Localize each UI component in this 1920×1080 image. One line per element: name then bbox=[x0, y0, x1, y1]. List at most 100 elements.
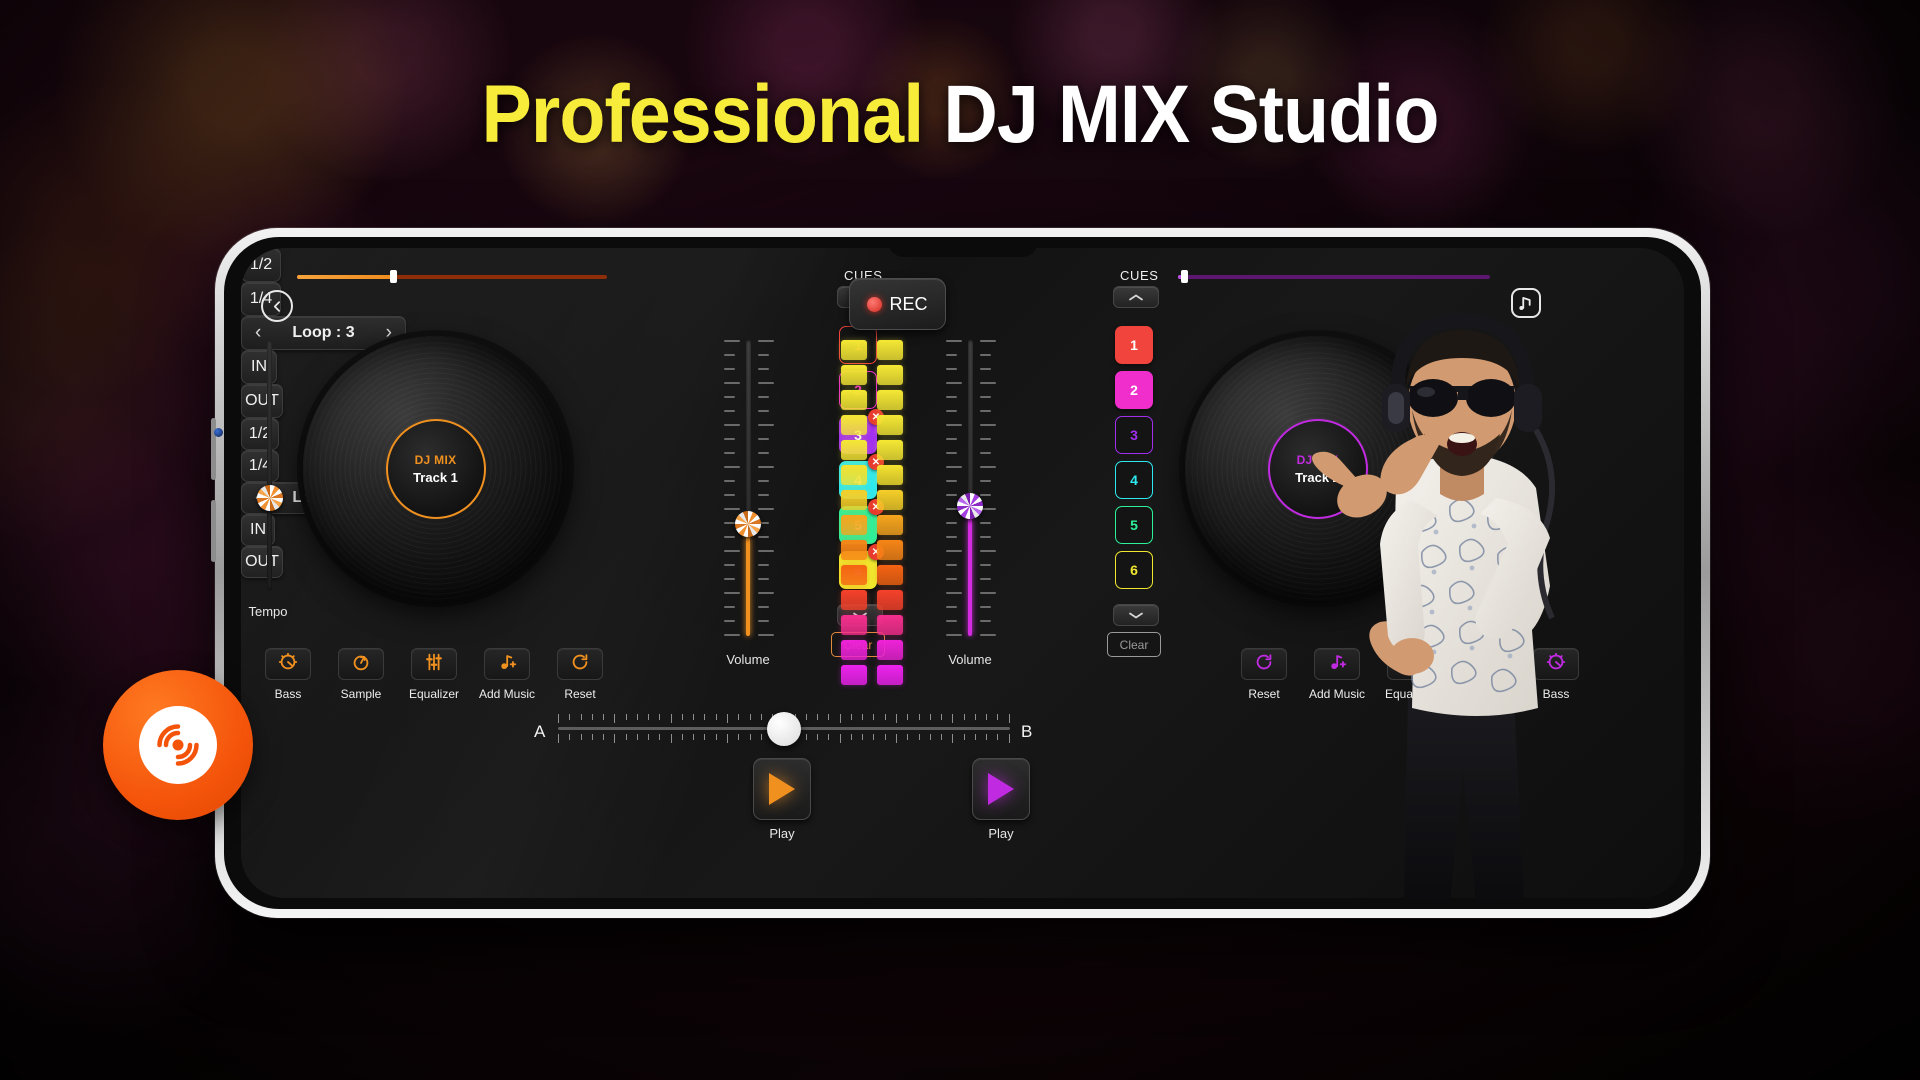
crossfader-tick bbox=[828, 714, 830, 720]
cues-b-pad-4[interactable]: 4 bbox=[1115, 461, 1153, 499]
crossfader-tick bbox=[895, 734, 897, 743]
deck-b-play-button[interactable] bbox=[972, 758, 1030, 820]
tick bbox=[946, 452, 957, 454]
vu-meter-cell-left-8 bbox=[841, 540, 867, 560]
crossfader-tick bbox=[895, 714, 897, 723]
tick bbox=[946, 550, 962, 552]
cues-b-expand-button[interactable] bbox=[1113, 604, 1159, 626]
tick bbox=[758, 494, 769, 496]
vu-meter-cell-left-1 bbox=[841, 365, 867, 385]
crossfader-tick bbox=[591, 714, 593, 720]
cues-b-clear-button[interactable]: Clear bbox=[1107, 632, 1161, 657]
tick bbox=[980, 452, 991, 454]
volume-b-label: Volume bbox=[948, 652, 992, 667]
tick bbox=[724, 578, 735, 580]
deck-a-loop-prev[interactable]: ‹ bbox=[255, 322, 261, 344]
deck-a-tool-reset[interactable] bbox=[557, 648, 603, 680]
deck-a-tempo-knob[interactable] bbox=[257, 484, 283, 511]
crossfader-tick bbox=[569, 714, 571, 720]
crossfader-tick bbox=[918, 714, 920, 720]
tick bbox=[980, 536, 991, 538]
tick bbox=[946, 480, 957, 482]
deck-a-tool-sample[interactable] bbox=[338, 648, 384, 680]
progress-handle[interactable] bbox=[1181, 270, 1189, 283]
crossfader-tick bbox=[929, 734, 931, 740]
tick bbox=[980, 522, 991, 524]
tick bbox=[946, 466, 962, 468]
crossfader-tick bbox=[839, 714, 841, 723]
record-button[interactable]: REC bbox=[849, 278, 946, 330]
crossfader-knob[interactable] bbox=[767, 712, 801, 746]
deck-a-tool-add-music[interactable] bbox=[484, 648, 530, 680]
crossfader-tick bbox=[952, 734, 954, 743]
deck-b-progress[interactable] bbox=[1178, 270, 1490, 283]
cues-b-pad-6[interactable]: 6 bbox=[1115, 551, 1153, 589]
deck-b-beat-half[interactable]: 1/2 bbox=[241, 418, 279, 450]
deck-a-tool-equalizer[interactable] bbox=[411, 648, 457, 680]
tick bbox=[758, 438, 769, 440]
tick bbox=[980, 480, 991, 482]
deck-b-tool-reset[interactable] bbox=[1241, 648, 1287, 680]
crossfader-tick bbox=[974, 734, 976, 740]
tick bbox=[758, 578, 769, 580]
deck-a-tempo-rail[interactable] bbox=[267, 340, 272, 590]
turntable-track-name: Track 1 bbox=[413, 469, 458, 485]
cues-b-collapse-button[interactable] bbox=[1113, 286, 1159, 308]
vu-meter-cell-left-0 bbox=[841, 340, 867, 360]
deck-a-tool-bass[interactable] bbox=[265, 648, 311, 680]
crossfader-tick bbox=[715, 714, 717, 720]
crossfader-tick bbox=[952, 714, 954, 723]
crossfader-tick bbox=[636, 734, 638, 740]
tick bbox=[946, 536, 957, 538]
deck-a-play-button[interactable] bbox=[753, 758, 811, 820]
tick bbox=[946, 340, 962, 342]
crossfader-tick bbox=[558, 734, 559, 743]
deck-a-play-button-triangle-icon bbox=[769, 773, 795, 805]
crossfader-tick bbox=[997, 734, 999, 740]
crossfader-tick bbox=[907, 714, 909, 720]
cues-b-pad-5[interactable]: 5 bbox=[1115, 506, 1153, 544]
deck-a-turntable[interactable]: DJ MIX Track 1 bbox=[303, 336, 568, 601]
cues-b-pad-1[interactable]: 1 bbox=[1115, 326, 1153, 364]
deck-b-beat-quarter[interactable]: 1/4 bbox=[241, 450, 279, 482]
deck-a-loop-next[interactable]: › bbox=[386, 322, 392, 344]
deck-a-loop-out[interactable]: OUT bbox=[241, 384, 283, 418]
volume-a-ticks-right bbox=[758, 340, 774, 636]
volume-b-knob[interactable] bbox=[957, 492, 983, 519]
tick bbox=[724, 508, 740, 510]
crossfader-tick bbox=[850, 734, 852, 740]
deck-a-beat-half[interactable]: 1/2 bbox=[241, 248, 281, 282]
crossfader-tick bbox=[614, 734, 616, 743]
deck-a-progress[interactable] bbox=[297, 270, 607, 283]
crossfader-tick bbox=[625, 714, 627, 720]
volume-a-knob[interactable] bbox=[735, 510, 761, 537]
deck-a-tempo-label: Tempo bbox=[248, 604, 288, 619]
crossfader-tick bbox=[828, 734, 830, 740]
tick bbox=[758, 592, 774, 594]
crossfader-tick bbox=[693, 714, 695, 720]
crossfader-tick bbox=[884, 734, 886, 740]
app-icon-badge[interactable] bbox=[103, 670, 253, 820]
back-button[interactable] bbox=[261, 290, 293, 322]
deck-b-play-button-triangle-icon bbox=[988, 773, 1014, 805]
crossfader-tick bbox=[569, 734, 571, 740]
turntable-brand: DJ MIX bbox=[414, 452, 457, 467]
crossfader-tick bbox=[749, 714, 751, 720]
cues-b-pad-2[interactable]: 2 bbox=[1115, 371, 1153, 409]
crossfader-tick bbox=[681, 714, 683, 720]
vu-meter-cell-right-0 bbox=[877, 340, 903, 360]
crossfader-tick bbox=[986, 714, 988, 720]
progress-handle[interactable] bbox=[390, 270, 398, 283]
crossfader-tick bbox=[963, 734, 965, 740]
tick bbox=[946, 592, 962, 594]
deck-b-loop-out[interactable]: OUT bbox=[241, 546, 283, 578]
volume-b-ticks-left bbox=[946, 340, 962, 636]
cues-b-pad-3[interactable]: 3 bbox=[1115, 416, 1153, 454]
crossfader-tick bbox=[704, 714, 706, 720]
tick bbox=[724, 606, 735, 608]
vu-meter-cell-left-6 bbox=[841, 490, 867, 510]
vu-meter-cell-left-2 bbox=[841, 390, 867, 410]
vinyl-disc-icon bbox=[139, 706, 217, 784]
vu-meter-cell-right-2 bbox=[877, 390, 903, 410]
deck-a-loop-bar[interactable]: ‹ Loop : 3 › bbox=[241, 316, 406, 350]
